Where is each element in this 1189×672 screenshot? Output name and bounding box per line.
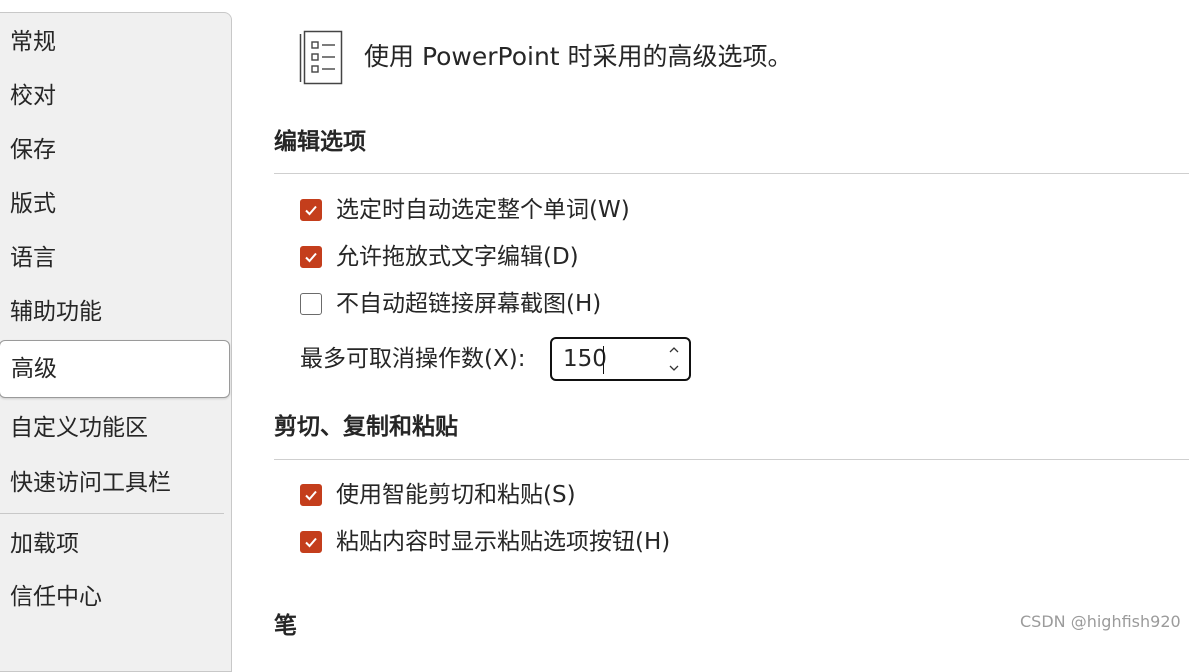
text-caret — [603, 346, 604, 374]
page-description: 使用 PowerPoint 时采用的高级选项。 — [364, 42, 793, 71]
checkbox-checked-icon[interactable] — [300, 531, 322, 553]
section-title-pen: 笔 — [274, 613, 297, 639]
option-label: 粘贴内容时显示粘贴选项按钮(H) — [336, 529, 671, 555]
checkbox-checked-icon[interactable] — [300, 199, 322, 221]
sidebar-item-quick-access-toolbar[interactable]: 快速访问工具栏 — [0, 456, 230, 510]
checkbox-checked-icon[interactable] — [300, 484, 322, 506]
option-label: 使用智能剪切和粘贴(S) — [336, 482, 576, 508]
option-label: 不自动超链接屏幕截图(H) — [336, 291, 602, 317]
spin-down-icon[interactable] — [666, 360, 682, 376]
sidebar-item-general[interactable]: 常规 — [0, 15, 230, 69]
section-divider-clipboard — [274, 459, 1189, 460]
checkbox-unchecked-icon[interactable] — [300, 293, 322, 315]
sidebar-item-advanced[interactable]: 高级 — [0, 340, 230, 398]
option-no-auto-hyperlink-screenshot[interactable]: 不自动超链接屏幕截图(H) — [300, 289, 601, 319]
option-show-paste-options-button[interactable]: 粘贴内容时显示粘贴选项按钮(H) — [300, 527, 670, 557]
sidebar-item-customize-ribbon[interactable]: 自定义功能区 — [0, 401, 230, 455]
sidebar-item-trust-center[interactable]: 信任中心 — [0, 570, 230, 624]
sidebar-item-layout[interactable]: 版式 — [0, 177, 230, 231]
max-undo-label: 最多可取消操作数(X): — [300, 346, 526, 372]
option-auto-select-word[interactable]: 选定时自动选定整个单词(W) — [300, 195, 630, 225]
sidebar-item-language[interactable]: 语言 — [0, 231, 230, 285]
checkbox-checked-icon[interactable] — [300, 246, 322, 268]
section-divider-editing — [274, 173, 1189, 174]
option-label: 选定时自动选定整个单词(W) — [336, 197, 630, 223]
watermark: CSDN @highfish920 — [1020, 612, 1181, 631]
sidebar-item-accessibility[interactable]: 辅助功能 — [0, 285, 230, 339]
section-title-editing: 编辑选项 — [274, 129, 366, 155]
sidebar-divider — [0, 513, 224, 514]
sidebar-item-add-ins[interactable]: 加载项 — [0, 517, 230, 571]
spin-up-icon[interactable] — [666, 342, 682, 358]
options-sidebar: 常规 校对 保存 版式 语言 辅助功能 高级 自定义功能区 快速访问工具栏 加载… — [0, 12, 232, 672]
section-title-clipboard: 剪切、复制和粘贴 — [274, 414, 458, 440]
option-smart-cut-paste[interactable]: 使用智能剪切和粘贴(S) — [300, 480, 576, 510]
max-undo-spinner[interactable]: 150 — [550, 337, 691, 381]
option-drag-drop-editing[interactable]: 允许拖放式文字编辑(D) — [300, 242, 579, 272]
sidebar-item-save[interactable]: 保存 — [0, 123, 230, 177]
max-undo-value[interactable]: 150 — [563, 343, 607, 375]
sidebar-item-proofing[interactable]: 校对 — [0, 69, 230, 123]
option-label: 允许拖放式文字编辑(D) — [336, 244, 579, 270]
options-list-icon — [298, 28, 346, 90]
